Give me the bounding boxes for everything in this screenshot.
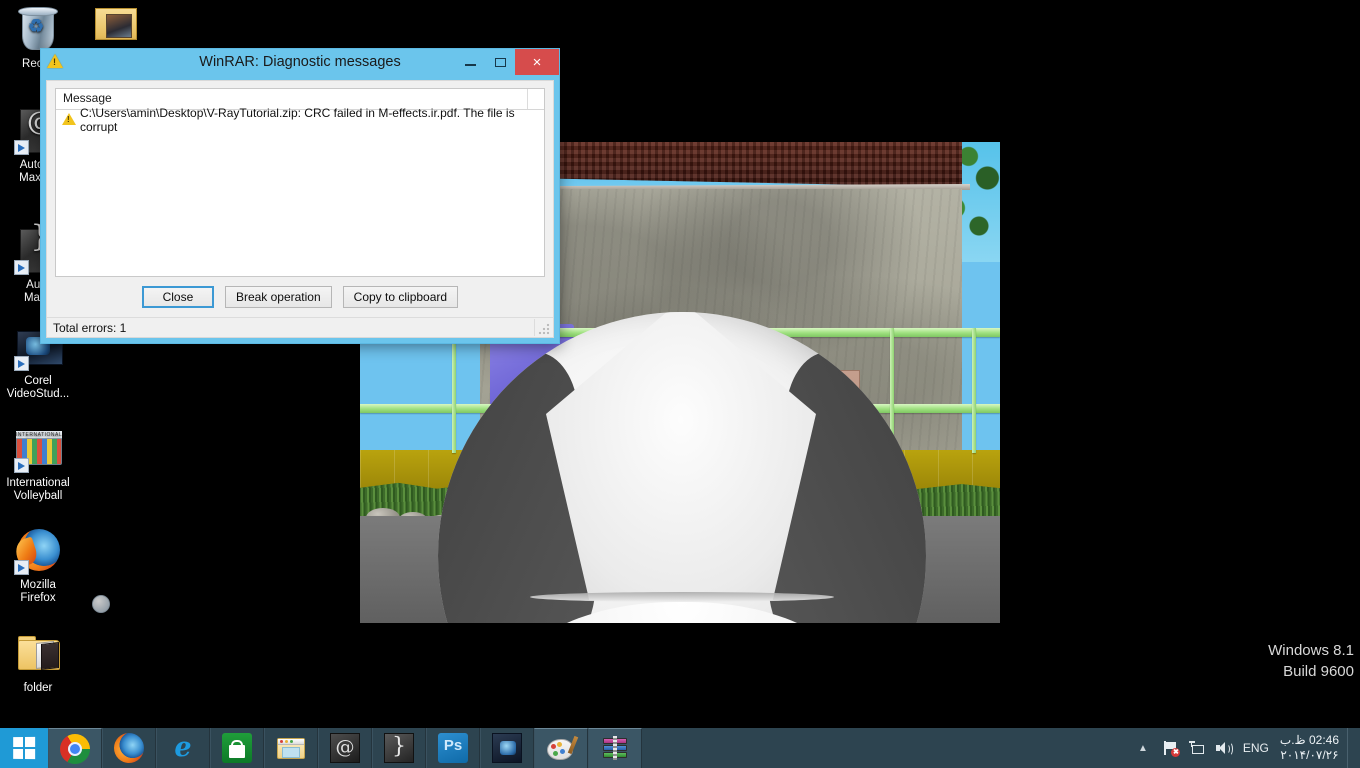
shortcut-arrow-icon — [14, 260, 29, 275]
screen: ♻ Recyc @ Autode Max 20 } A — [0, 0, 1360, 768]
taskbar-chrome[interactable] — [48, 728, 102, 768]
close-button[interactable]: Close — [141, 286, 214, 308]
taskbar-store[interactable] — [210, 728, 264, 768]
autodesk-3ds-max-icon — [330, 733, 360, 763]
network-button[interactable] — [1184, 728, 1210, 768]
taskbar-app-list[interactable]: e — [48, 728, 642, 768]
internet-explorer-icon: e — [174, 732, 192, 763]
show-hidden-icons-button[interactable]: ▲ — [1128, 743, 1158, 754]
taskbar-corel-videostudio[interactable] — [480, 728, 534, 768]
winrar-diagnostic-messages-dialog[interactable]: WinRAR: Diagnostic messages × Message — [40, 48, 560, 344]
mozilla-firefox-icon — [12, 527, 62, 575]
maximize-icon — [494, 57, 506, 67]
volume-button[interactable] — [1210, 728, 1236, 768]
action-center-flag-icon: ✖ — [1163, 740, 1181, 757]
shortcut-arrow-icon — [14, 560, 29, 575]
message-text: C:\Users\amin\Desktop\V-RayTutorial.zip:… — [80, 105, 515, 134]
watermark-line-2: Build 9600 — [1283, 663, 1354, 680]
photoshop-icon — [438, 733, 468, 763]
break-operation-button[interactable]: Break operation — [224, 286, 332, 308]
resize-grip[interactable] — [538, 323, 550, 335]
shortcut-arrow-icon — [14, 140, 29, 155]
clock-date: ۲۰۱۴/۰۷/۲۶ — [1280, 748, 1339, 762]
windows-logo-icon — [13, 736, 36, 760]
folder-icon — [14, 630, 62, 678]
chrome-icon — [60, 733, 90, 764]
taskbar-maya[interactable] — [372, 728, 426, 768]
soccer-ball — [438, 312, 926, 623]
ball-seam — [530, 592, 834, 602]
close-window-button[interactable]: × — [515, 49, 559, 75]
winrar-icon — [600, 734, 630, 764]
maximize-button[interactable] — [485, 49, 515, 75]
desktop-icon-mozilla-firefox[interactable]: Mozilla Firefox — [0, 527, 76, 605]
warning-icon — [62, 113, 76, 126]
international-volleyball-icon: INTERNATIONAL — [14, 425, 110, 613]
action-center-button[interactable]: ✖ — [1158, 728, 1184, 768]
taskbar-photoshop[interactable] — [426, 728, 480, 768]
desktop[interactable]: ♻ Recyc @ Autode Max 20 } A — [0, 0, 1360, 728]
window-controls[interactable]: × — [455, 49, 559, 75]
folder-photos-icon — [92, 0, 140, 48]
dialog-button-row: Close Break operation Copy to clipboard — [47, 286, 553, 308]
message-list-row[interactable]: C:\Users\amin\Desktop\V-RayTutorial.zip:… — [56, 106, 544, 134]
railing-post — [972, 328, 976, 453]
taskbar-winrar[interactable] — [588, 728, 642, 768]
show-desktop-button[interactable] — [1347, 728, 1354, 768]
shortcut-arrow-icon — [14, 356, 29, 371]
volume-icon — [1215, 741, 1233, 756]
copy-to-clipboard-button[interactable]: Copy to clipboard — [342, 286, 459, 308]
taskbar-3ds-max[interactable] — [318, 728, 372, 768]
language-indicator[interactable]: ENG — [1236, 741, 1276, 755]
file-explorer-icon — [276, 733, 306, 763]
message-list[interactable]: Message C:\Users\amin\Desktop\V-RayTutor… — [55, 88, 545, 277]
dialog-statusbar: Total errors: 1 — [47, 317, 553, 337]
dialog-body: Message C:\Users\amin\Desktop\V-RayTutor… — [46, 80, 554, 338]
desktop-icon-international-volleyball[interactable]: INTERNATIONAL International Volleyball — [0, 425, 110, 613]
minimize-button[interactable] — [455, 49, 485, 75]
network-icon — [1188, 741, 1205, 755]
desktop-icon-label: folder — [23, 682, 53, 694]
recycle-bin-icon: ♻ — [14, 6, 62, 54]
desktop-icon-label-2: Volleyball — [13, 490, 63, 502]
desktop-icon-label-2: VideoStud... — [6, 388, 70, 400]
start-button[interactable] — [0, 728, 48, 768]
desktop-icon-label: International — [6, 477, 70, 489]
clock-time: 02:46 ظ.ب — [1279, 733, 1339, 747]
desktop-icon-label: Mozilla — [20, 579, 56, 591]
dialog-titlebar[interactable]: WinRAR: Diagnostic messages × — [41, 49, 559, 75]
volleyball-banner-text: INTERNATIONAL — [16, 431, 63, 439]
desktop-icon-folder-photos[interactable] — [78, 0, 154, 52]
windows-activation-watermark: Windows 8.1 Build 9600 — [1268, 640, 1354, 682]
ball-panel-white-top — [546, 312, 816, 600]
desktop-icon-label-2: Firefox — [20, 592, 56, 604]
desktop-icon-label: Corel — [24, 375, 52, 387]
shortcut-arrow-icon — [14, 458, 29, 473]
total-errors-text: Total errors: 1 — [53, 320, 127, 335]
taskbar-firefox[interactable] — [102, 728, 156, 768]
taskbar-paint[interactable] — [534, 728, 588, 768]
store-icon — [222, 733, 252, 763]
system-tray[interactable]: ▲ ✖ ENG 02:46 ظ.ب ۲۰۱۴/۰۷/۲۶ — [1128, 728, 1360, 768]
desktop-icon-folder[interactable]: folder — [0, 630, 76, 695]
watermark-line-1: Windows 8.1 — [1268, 642, 1354, 659]
statusbar-separator — [534, 319, 535, 336]
clock[interactable]: 02:46 ظ.ب ۲۰۱۴/۰۷/۲۶ — [1276, 733, 1347, 763]
taskbar[interactable]: e @} Ps ▲ ✖ ENG 02:46 ظ.ب ۲۰۱۴/۰۷/۲۶ — [0, 728, 1360, 768]
firefox-icon — [114, 733, 144, 763]
minimize-icon — [464, 64, 476, 66]
corel-videostudio-icon — [492, 733, 522, 763]
paint-icon — [546, 734, 579, 764]
taskbar-internet-explorer[interactable]: e — [156, 728, 210, 768]
taskbar-file-explorer[interactable] — [264, 728, 318, 768]
autodesk-maya-icon — [384, 733, 414, 763]
